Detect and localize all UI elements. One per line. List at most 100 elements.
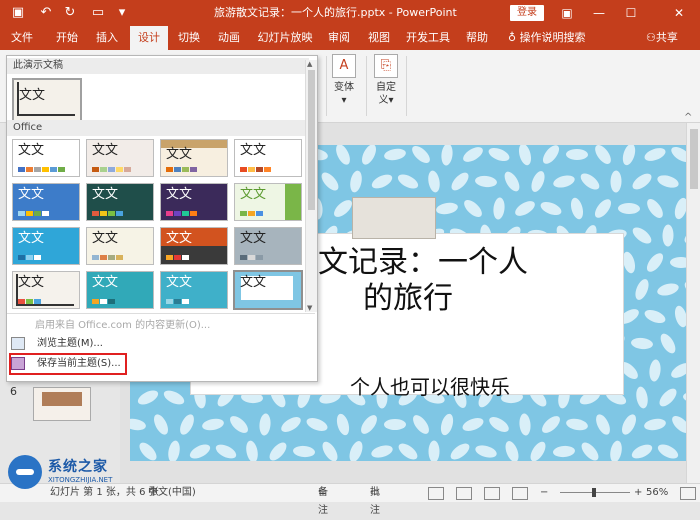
slideshow-view-icon[interactable] <box>512 487 528 500</box>
customize-qat-icon[interactable]: ▾ <box>112 4 132 22</box>
person-icon: ⚇ <box>646 31 656 44</box>
theme-thumbnail[interactable]: 文文 <box>234 139 302 177</box>
zoom-level[interactable]: 56% <box>646 484 668 502</box>
background-leaf <box>538 199 564 218</box>
tell-me-search[interactable]: ♁ 操作说明搜索 <box>508 26 586 50</box>
maximize-icon[interactable]: ☐ <box>616 0 646 26</box>
background-leaf <box>213 441 239 461</box>
background-leaf <box>684 331 686 356</box>
section-this-presentation: 此演示文稿 <box>7 58 309 74</box>
themes-dropdown: 此演示文稿 文文 Office 文文 文文 文文 文文 文文 文文 文文 文文 … <box>6 55 318 382</box>
collapse-ribbon-icon[interactable]: ^ <box>684 112 692 123</box>
background-leaf <box>244 439 260 461</box>
undo-icon[interactable]: ↶ <box>36 4 56 22</box>
background-leaf <box>681 224 686 247</box>
fit-to-window-icon[interactable] <box>680 487 696 500</box>
theme-thumbnail[interactable]: 文文 <box>12 271 80 309</box>
zoom-in-icon[interactable]: + <box>634 484 642 502</box>
background-leaf <box>577 170 603 193</box>
gallery-scrollbar[interactable]: ▲ ▼ <box>305 60 317 312</box>
tab-developer[interactable]: 开发工具 <box>404 26 452 50</box>
slide-subtitle[interactable]: 个人也可以很快乐 <box>280 371 580 400</box>
tab-file[interactable]: 文件 <box>8 26 36 50</box>
close-icon[interactable]: ✕ <box>664 0 694 26</box>
theme-thumbnail[interactable]: 文文 <box>234 183 302 221</box>
save-current-theme-item[interactable]: 保存当前主题(S)... <box>9 353 127 375</box>
theme-color-bars <box>92 255 124 260</box>
background-leaf <box>657 331 679 356</box>
theme-thumbnail[interactable]: 文文 <box>160 183 228 221</box>
theme-thumbnail[interactable]: 文文 <box>234 227 302 265</box>
theme-thumbnail[interactable]: 文文 <box>12 183 80 221</box>
current-theme-thumbnail[interactable]: 文文 <box>12 78 82 122</box>
theme-color-bars <box>240 167 272 172</box>
theme-thumbnail[interactable]: 文文 <box>160 271 228 309</box>
login-button[interactable]: 登录 <box>510 5 544 21</box>
theme-color-bars <box>92 299 116 304</box>
reading-view-icon[interactable] <box>484 487 500 500</box>
zoom-out-icon[interactable]: − <box>540 484 548 502</box>
theme-thumbnail[interactable]: 文文 <box>86 139 154 177</box>
background-leaf <box>552 445 576 458</box>
background-leaf <box>435 201 459 216</box>
scroll-down-icon[interactable]: ▼ <box>307 304 312 312</box>
minimize-icon[interactable]: — <box>584 0 614 26</box>
background-leaf <box>642 145 668 164</box>
chevron-down-icon: ▾ <box>341 95 347 106</box>
vertical-scrollbar[interactable] <box>686 123 700 483</box>
tab-slideshow[interactable]: 幻灯片放映 <box>256 26 314 50</box>
share-button[interactable]: ⚇共享 <box>646 26 678 50</box>
redo-icon[interactable]: ↻ <box>60 4 80 22</box>
normal-view-icon[interactable] <box>428 487 444 500</box>
tab-animations[interactable]: 动画 <box>214 26 244 50</box>
theme-thumbnail[interactable]: 文文 <box>160 227 228 265</box>
tab-home[interactable]: 开始 <box>52 26 82 50</box>
background-leaf <box>656 385 680 410</box>
theme-thumbnail[interactable]: 文文 <box>86 183 154 221</box>
present-from-start-icon[interactable]: ▭ <box>88 4 108 22</box>
background-leaf <box>648 358 662 383</box>
zoom-slider-knob[interactable] <box>592 488 596 497</box>
enable-office-updates-item[interactable]: 启用来自 Office.com 的内容更新(O)... <box>11 317 210 335</box>
theme-thumbnail[interactable]: 文文 <box>86 271 154 309</box>
scroll-up-icon[interactable]: ▲ <box>307 60 312 68</box>
ribbon-separator <box>366 56 367 116</box>
tab-view[interactable]: 视图 <box>364 26 394 50</box>
background-leaf <box>409 412 433 437</box>
background-leaf <box>369 171 395 192</box>
slide-thumbnail[interactable] <box>33 387 91 421</box>
theme-thumbnail[interactable]: 文文 <box>12 139 80 177</box>
background-leaf <box>528 169 548 194</box>
scrollbar-thumb[interactable] <box>308 70 315 210</box>
theme-thumbnail-selected[interactable]: 文文 <box>233 270 303 310</box>
tab-design[interactable]: 设计 <box>130 26 168 50</box>
customize-label-2: 义▾ <box>378 95 394 106</box>
theme-thumbnail[interactable]: 文文 <box>12 227 80 265</box>
tab-insert[interactable]: 插入 <box>92 26 122 50</box>
background-leaf <box>438 412 456 437</box>
background-leaf <box>461 196 485 221</box>
theme-color-bars <box>166 211 198 216</box>
ribbon-display-options-icon[interactable]: ▣ <box>552 0 582 26</box>
background-leaf <box>258 413 272 436</box>
theme-thumbnail[interactable]: 文文 <box>160 139 228 177</box>
customize-button[interactable]: ⎘ 自定 义▾ <box>368 54 404 107</box>
tab-review[interactable]: 审阅 <box>324 26 354 50</box>
slide-sorter-icon[interactable] <box>456 487 472 500</box>
background-leaf <box>304 415 330 434</box>
background-leaf <box>630 336 654 351</box>
tab-help[interactable]: 帮助 <box>462 26 492 50</box>
background-leaf <box>591 196 615 221</box>
background-leaf <box>539 145 563 167</box>
theme-sample-text: 文文 <box>18 187 45 202</box>
scrollbar-thumb[interactable] <box>690 129 698 189</box>
background-leaf <box>592 145 614 167</box>
variants-button[interactable]: A 变体 ▾ <box>326 54 362 107</box>
background-leaf <box>357 412 381 437</box>
browse-themes-item[interactable]: 浏览主题(M)... <box>11 335 103 353</box>
save-icon[interactable]: ▣ <box>8 4 28 22</box>
theme-thumbnail[interactable]: 文文 <box>86 227 154 265</box>
background-leaf <box>447 440 473 461</box>
background-leaf <box>492 196 506 221</box>
tab-transitions[interactable]: 切换 <box>174 26 204 50</box>
